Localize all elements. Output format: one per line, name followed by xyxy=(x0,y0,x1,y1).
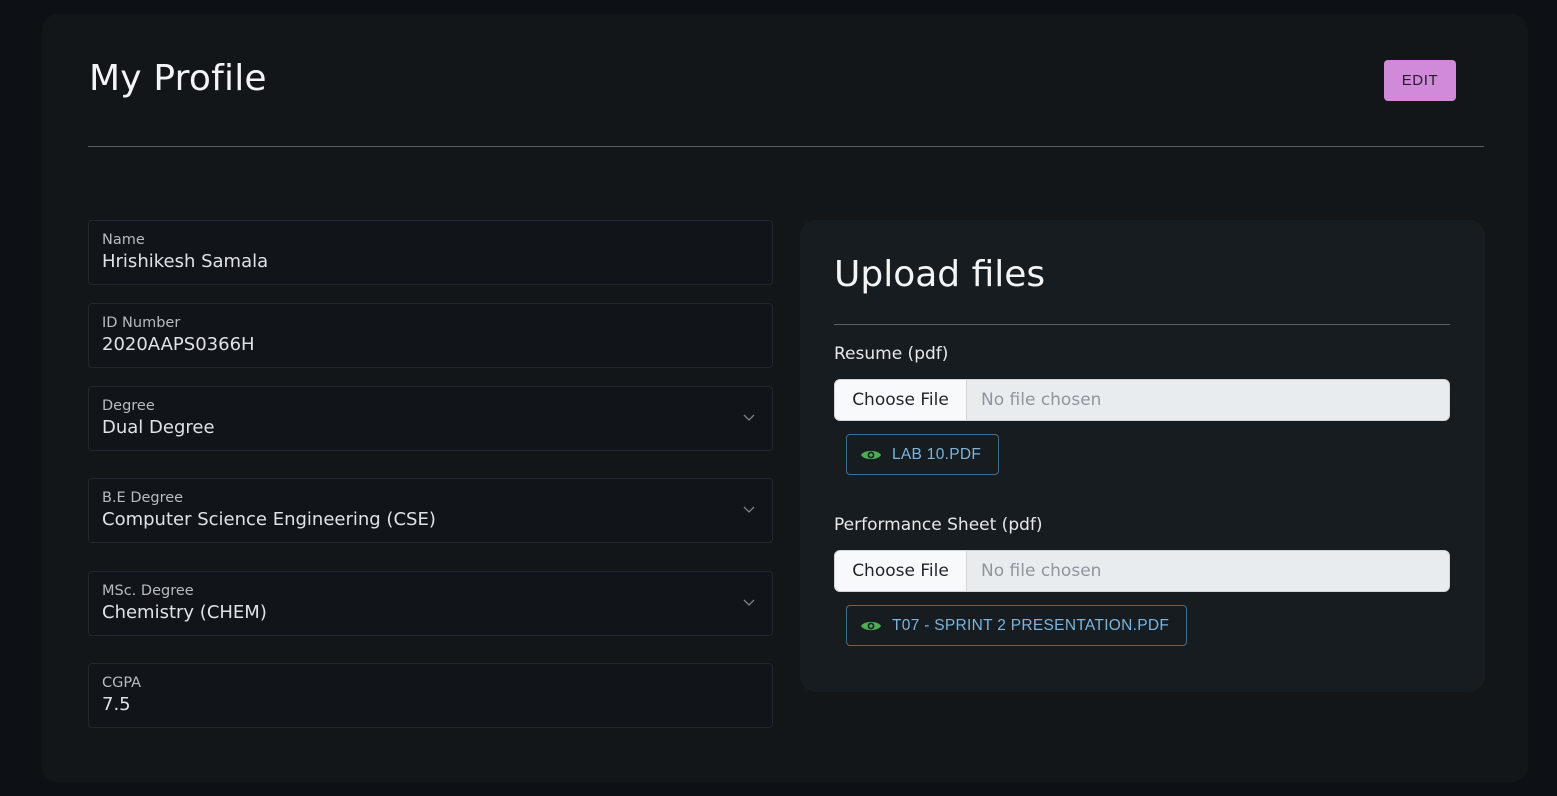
header-divider xyxy=(88,146,1484,147)
id-number-value: 2020AAPS0366H xyxy=(102,334,255,355)
upload-title: Upload files xyxy=(834,254,1046,295)
profile-card: My Profile EDIT Name Hrishikesh Samala I… xyxy=(42,14,1528,782)
resume-choose-file-button[interactable]: Choose File xyxy=(835,380,967,420)
chevron-down-icon xyxy=(743,599,755,606)
page-title: My Profile xyxy=(89,58,267,99)
performance-sheet-label: Performance Sheet (pdf) xyxy=(834,515,1043,535)
upload-divider xyxy=(834,324,1450,325)
name-value: Hrishikesh Samala xyxy=(102,251,269,272)
resume-file-name: LAB 10.PDF xyxy=(892,445,982,463)
resume-file-status: No file chosen xyxy=(981,390,1102,410)
cgpa-value: 7.5 xyxy=(102,694,131,715)
performance-choose-file-button[interactable]: Choose File xyxy=(835,551,967,591)
degree-value: Dual Degree xyxy=(102,417,215,438)
msc-degree-value: Chemistry (CHEM) xyxy=(102,602,267,623)
performance-view-file-button[interactable]: T07 - SPRINT 2 PRESENTATION.PDF xyxy=(846,605,1188,646)
id-number-label: ID Number xyxy=(102,315,181,331)
resume-file-input[interactable]: Choose File No file chosen xyxy=(834,379,1450,421)
performance-file-name: T07 - SPRINT 2 PRESENTATION.PDF xyxy=(892,616,1170,634)
cgpa-label: CGPA xyxy=(102,675,142,691)
upload-files-panel: Upload files Resume (pdf) Choose File No… xyxy=(800,220,1485,692)
performance-sheet-file-input[interactable]: Choose File No file chosen xyxy=(834,550,1450,592)
be-degree-select[interactable]: B.E Degree Computer Science Engineering … xyxy=(88,478,773,543)
msc-degree-select[interactable]: MSc. Degree Chemistry (CHEM) xyxy=(88,571,773,636)
degree-label: Degree xyxy=(102,398,155,414)
performance-file-status: No file chosen xyxy=(981,561,1102,581)
be-degree-value: Computer Science Engineering (CSE) xyxy=(102,509,436,530)
name-label: Name xyxy=(102,232,145,248)
be-degree-label: B.E Degree xyxy=(102,490,184,506)
name-field[interactable]: Name Hrishikesh Samala xyxy=(88,220,773,285)
resume-view-file-button[interactable]: LAB 10.PDF xyxy=(846,434,1000,475)
eye-icon xyxy=(861,621,881,630)
msc-degree-label: MSc. Degree xyxy=(102,583,194,599)
cgpa-field[interactable]: CGPA 7.5 xyxy=(88,663,773,728)
resume-label: Resume (pdf) xyxy=(834,344,949,364)
eye-icon xyxy=(861,450,881,459)
chevron-down-icon xyxy=(743,414,755,421)
chevron-down-icon xyxy=(743,506,755,513)
edit-button[interactable]: EDIT xyxy=(1384,60,1456,101)
id-number-field[interactable]: ID Number 2020AAPS0366H xyxy=(88,303,773,368)
degree-select[interactable]: Degree Dual Degree xyxy=(88,386,773,451)
